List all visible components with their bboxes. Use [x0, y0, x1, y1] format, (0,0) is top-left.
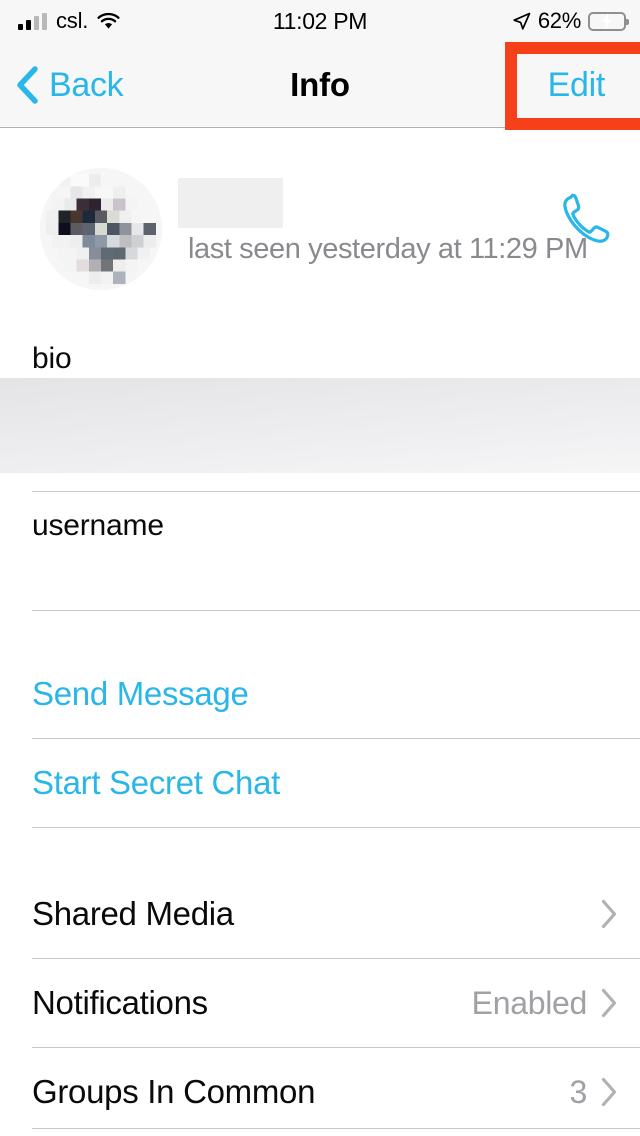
battery-icon — [588, 11, 629, 31]
send-message-button[interactable]: Send Message — [0, 650, 640, 738]
groups-in-common-accessory: 3 — [570, 1074, 619, 1111]
shared-media-row[interactable]: Shared Media — [0, 870, 640, 958]
separator-username — [32, 610, 640, 611]
battery-percent-label: 62% — [537, 8, 581, 33]
chevron-right-icon — [601, 988, 618, 1018]
app-screen: csl. 11:02 PM 62% Back Info Edit last se… — [0, 0, 640, 1136]
call-button[interactable] — [557, 189, 615, 247]
status-bar: csl. 11:02 PM 62% — [0, 0, 640, 42]
separator-bio — [32, 491, 640, 492]
start-secret-chat-label: Start Secret Chat — [32, 764, 281, 801]
groups-in-common-row[interactable]: Groups In Common 3 — [0, 1048, 640, 1136]
start-secret-chat-button[interactable]: Start Secret Chat — [0, 739, 640, 827]
groups-in-common-value: 3 — [569, 1073, 588, 1110]
separator-secret-chat — [32, 827, 640, 828]
separator-groups — [32, 1128, 640, 1129]
navigation-bar: Back Info Edit — [0, 42, 640, 128]
edit-button[interactable]: Edit — [548, 42, 640, 128]
bio-value-redacted — [0, 378, 640, 473]
shared-media-label: Shared Media — [32, 895, 234, 932]
notifications-row[interactable]: Notifications Enabled — [0, 959, 640, 1047]
notifications-accessory: Enabled — [472, 985, 618, 1022]
page-title: Info — [290, 66, 350, 103]
username-value-redacted — [32, 558, 218, 592]
notifications-value: Enabled — [471, 984, 588, 1021]
avatar[interactable] — [40, 168, 162, 290]
profile-header: last seen yesterday at 11:29 PM — [0, 129, 640, 322]
chevron-right-icon — [601, 899, 618, 929]
location-arrow-icon — [512, 12, 531, 31]
bio-label: bio — [32, 342, 72, 375]
shared-media-accessory — [587, 899, 618, 929]
last-seen-status: last seen yesterday at 11:29 PM — [188, 233, 588, 265]
status-bar-right: 62% — [512, 0, 629, 42]
send-message-label: Send Message — [32, 675, 249, 712]
notifications-label: Notifications — [32, 984, 208, 1021]
phone-icon — [557, 189, 615, 247]
username-label: username — [32, 509, 164, 542]
chevron-right-icon — [601, 1077, 618, 1107]
charging-bolt-icon — [602, 13, 612, 29]
groups-in-common-label: Groups In Common — [32, 1073, 316, 1110]
contact-name-redacted — [178, 178, 283, 228]
edit-button-label: Edit — [547, 65, 606, 104]
